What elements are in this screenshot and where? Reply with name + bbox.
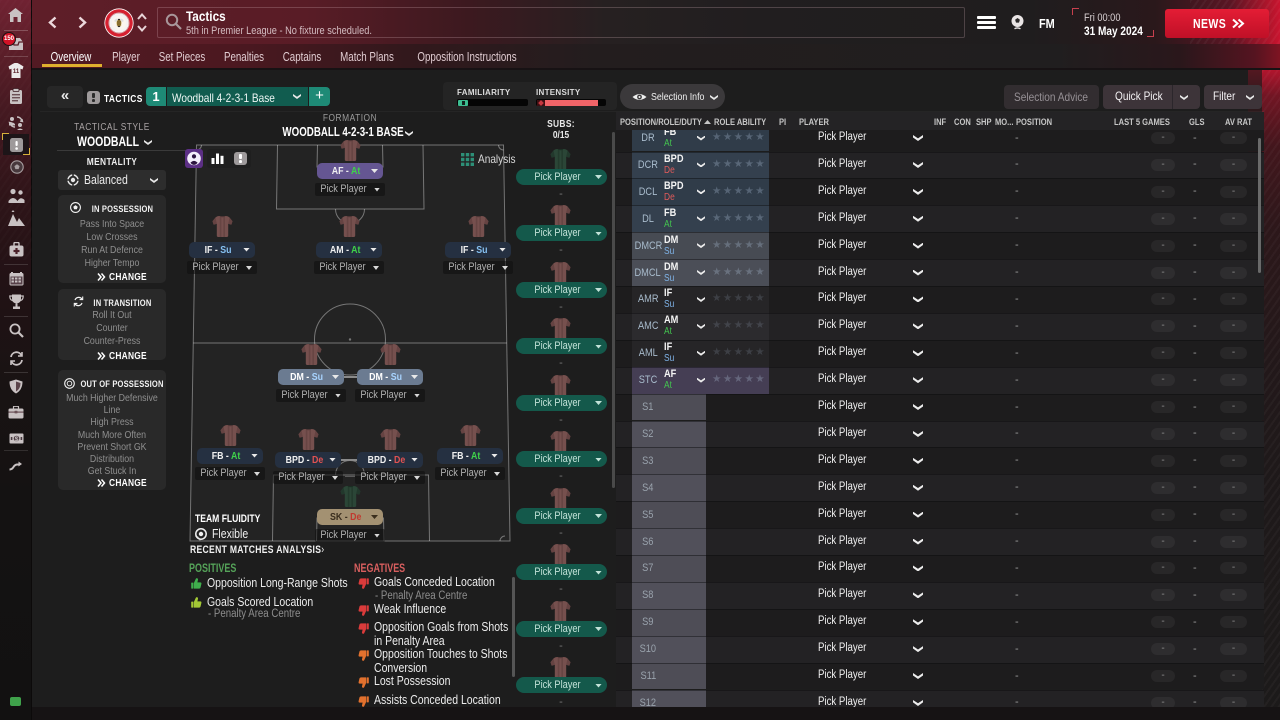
svg-text:$: $: [15, 436, 19, 443]
svg-text:11: 11: [13, 69, 20, 75]
